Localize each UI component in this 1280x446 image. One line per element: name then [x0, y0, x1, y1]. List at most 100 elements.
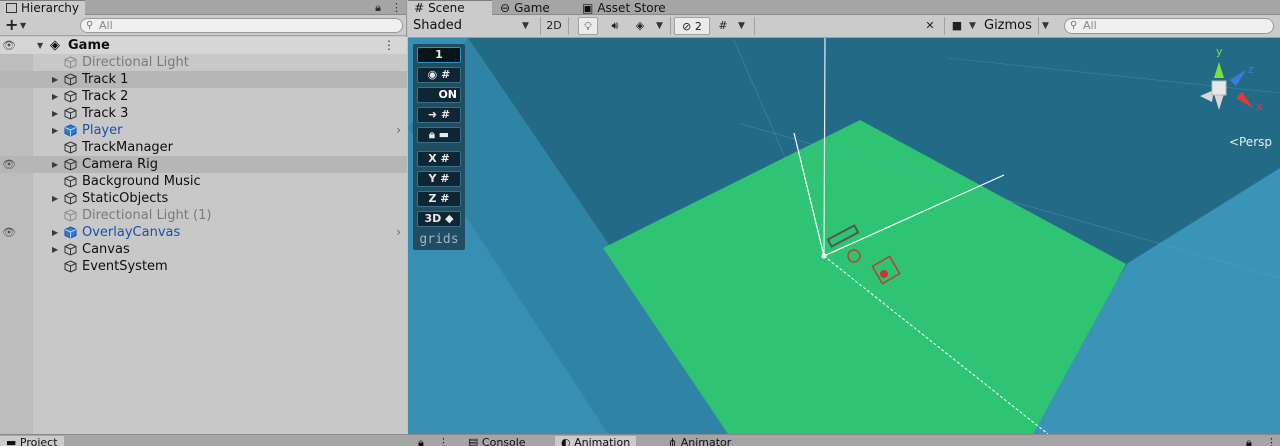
chevron-down-icon[interactable]: ▼	[969, 16, 976, 36]
camera-icon[interactable]: ■	[948, 17, 966, 35]
gameobject-cube-icon	[64, 243, 77, 256]
gameobject-cube-icon	[64, 107, 77, 120]
lighting-toggle-icon[interactable]: 💡︎	[578, 17, 598, 35]
gizmos-dropdown[interactable]: Gizmos	[984, 16, 1032, 36]
tab-scene[interactable]: # Scene	[408, 0, 492, 15]
list-item[interactable]: ▶ StaticObjects	[0, 190, 407, 207]
grid-visibility-icon[interactable]: ◉ #	[417, 67, 461, 83]
audio-toggle-icon[interactable]: 🔊︎	[605, 17, 625, 35]
list-item[interactable]: ▶ Track 3	[0, 105, 407, 122]
kebab-menu-icon[interactable]: ⋮	[1260, 436, 1280, 446]
chevron-right-icon[interactable]: ›	[396, 122, 401, 139]
expand-arrow-icon[interactable]: ▶	[52, 122, 58, 139]
chevron-down-icon[interactable]: ▼	[20, 21, 26, 30]
list-item[interactable]: TrackManager	[0, 139, 407, 156]
tools-icon[interactable]: ✕	[920, 17, 940, 35]
tab-asset-store[interactable]: ▣ Asset Store	[576, 0, 672, 15]
grid-y-axis-button[interactable]: Y #	[417, 171, 461, 187]
list-item[interactable]: Directional Light	[0, 54, 407, 71]
chevron-down-icon[interactable]: ▼	[1042, 16, 1049, 36]
tab-hierarchy[interactable]: Hierarchy	[0, 0, 86, 15]
tab-project-label: Project	[19, 436, 58, 446]
grid-size-field[interactable]: 1	[417, 47, 461, 63]
create-button[interactable]: +	[5, 17, 18, 33]
2d-toggle-button[interactable]: 2D	[543, 17, 565, 35]
lock-icon[interactable]: 🔒︎	[375, 0, 381, 15]
grid-lock-icon[interactable]: 🔒︎ ▬	[417, 127, 461, 143]
tab-console[interactable]: ▤ Console	[462, 436, 532, 446]
shading-mode-dropdown[interactable]: Shaded	[413, 16, 462, 36]
kebab-menu-icon[interactable]: ⋮	[391, 0, 402, 15]
tab-scene-label: Scene	[428, 1, 465, 15]
gameobject-cube-icon	[64, 158, 77, 171]
scene-render: y z x	[408, 38, 1280, 434]
grid-toolbar-caption: grids	[419, 232, 459, 247]
gameobject-cube-icon	[64, 175, 77, 188]
grid-z-axis-button[interactable]: Z #	[417, 191, 461, 207]
gizmo-y-label: y	[1216, 45, 1223, 58]
list-item[interactable]: ▶ Player ›	[0, 122, 407, 139]
eye-hidden-icon[interactable]: 👁︎	[2, 156, 16, 173]
hierarchy-search-placeholder: All	[99, 19, 113, 32]
projection-toggle[interactable]: <Persp	[1229, 135, 1272, 149]
effects-toggle-icon[interactable]: ◈	[630, 17, 650, 35]
list-item-label: Track 3	[82, 106, 129, 121]
chevron-right-icon[interactable]: ›	[396, 224, 401, 241]
list-item-label: EventSystem	[82, 259, 168, 274]
tab-project[interactable]: ▬ Project	[0, 436, 64, 446]
chevron-down-icon[interactable]: ▼	[522, 16, 529, 36]
list-item[interactable]: 👁︎ ▶ OverlayCanvas ›	[0, 224, 407, 241]
list-item[interactable]: ▶ Track 1	[0, 71, 407, 88]
grid-z-label: Z	[428, 192, 437, 205]
lock-icon[interactable]: 🔒︎	[412, 436, 430, 446]
lock-icon[interactable]: 🔒︎	[1240, 436, 1258, 446]
store-bag-icon: ▣	[582, 0, 594, 15]
list-item[interactable]: Directional Light (1)	[0, 207, 407, 224]
kebab-menu-icon[interactable]: ⋮	[383, 37, 395, 54]
expand-arrow-icon[interactable]: ▶	[52, 71, 58, 88]
separator	[670, 17, 671, 35]
grid-move-icon[interactable]: ➜ #	[417, 107, 461, 123]
tab-animation-label: Animation	[574, 436, 631, 446]
eye-icon[interactable]: 👁︎	[2, 37, 16, 54]
hierarchy-search-input[interactable]: ⚲ All	[80, 18, 403, 33]
scene-search-input[interactable]: ⚲ All	[1064, 18, 1274, 34]
tab-animation[interactable]: ◐ Animation	[555, 436, 637, 446]
tab-game-label: Game	[514, 0, 550, 15]
list-item[interactable]: EventSystem	[0, 258, 407, 275]
grid-3d-button[interactable]: 3D ◆	[417, 211, 461, 227]
list-item[interactable]: Background Music	[0, 173, 407, 190]
hidden-objects-toggle[interactable]: ⊘ 2	[674, 17, 710, 35]
scene-row-game[interactable]: 👁︎ ▼ ◈ Game ⋮	[0, 37, 407, 54]
grid-snap-toggle[interactable]: ON	[417, 87, 461, 103]
expand-arrow-icon[interactable]: ▶	[52, 224, 58, 241]
gizmo-z-label: z	[1248, 63, 1254, 76]
gizmo-center-cube[interactable]	[1211, 80, 1227, 96]
list-item[interactable]: ▶ Track 2	[0, 88, 407, 105]
tab-game[interactable]: ⊖ Game	[494, 0, 556, 15]
chevron-down-icon[interactable]: ▼	[656, 16, 663, 36]
separator	[944, 17, 945, 35]
eye-icon[interactable]: 👁︎	[2, 224, 16, 241]
gameobject-cube-icon	[64, 192, 77, 205]
list-item[interactable]: 👁︎ ▶ Camera Rig	[0, 156, 407, 173]
pivot-point	[821, 253, 827, 259]
expand-arrow-icon[interactable]: ▶	[52, 190, 58, 207]
tab-animator[interactable]: ⋔ Animator	[662, 436, 737, 446]
search-icon: ⚲	[86, 20, 94, 31]
grid-x-axis-button[interactable]: X #	[417, 151, 461, 167]
list-item[interactable]: ▶ Canvas	[0, 241, 407, 258]
tab-asset-store-label: Asset Store	[597, 0, 666, 15]
expand-arrow-icon[interactable]: ▶	[52, 241, 58, 258]
scene-viewport[interactable]: y z x 1 ◉ # ON ➜ # 🔒︎ ▬ X # Y # Z # 3D ◆…	[408, 38, 1280, 434]
expand-arrow-icon[interactable]: ▶	[52, 88, 58, 105]
expand-arrow-icon[interactable]: ▼	[37, 37, 43, 54]
gameobject-cube-icon	[64, 73, 77, 86]
expand-arrow-icon[interactable]: ▶	[52, 156, 58, 173]
chevron-down-icon[interactable]: ▼	[738, 16, 745, 36]
expand-arrow-icon[interactable]: ▶	[52, 105, 58, 122]
grid-toggle-icon[interactable]: #	[713, 17, 733, 35]
kebab-menu-icon[interactable]: ⋮	[432, 436, 455, 446]
grid-y-label: Y	[428, 172, 437, 185]
unity-editor: Hierarchy 🔒︎ ⋮ + ▼ ⚲ All 👁︎ ▼ ◈ Game ⋮ D…	[0, 0, 1280, 446]
